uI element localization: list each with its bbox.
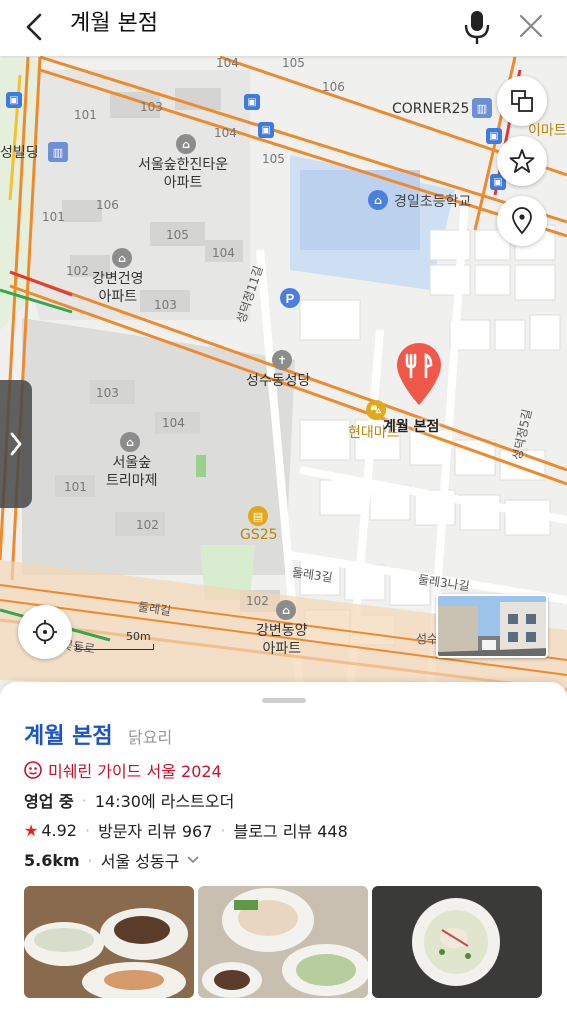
- school-icon: ⌂: [368, 190, 388, 210]
- building-label: 성빌딩: [0, 145, 39, 161]
- building-number: 101: [64, 480, 87, 494]
- food-photo-image: [24, 886, 194, 998]
- building-icon: ▥: [472, 98, 492, 118]
- svg-text:P: P: [286, 291, 295, 306]
- building-number: 105: [166, 228, 189, 242]
- building-number: 104: [216, 56, 239, 70]
- microphone-icon[interactable]: [460, 6, 494, 46]
- building-number: 104: [214, 126, 237, 140]
- gs25-label: GS25: [240, 527, 278, 543]
- visitor-reviews[interactable]: 방문자 리뷰 967: [98, 818, 212, 842]
- place-info-sheet[interactable]: 계월 본점 닭요리 미쉐린 가이드 서울 2024 영업 중 · 14:30에 …: [0, 682, 567, 1024]
- layers-icon: [511, 90, 533, 112]
- star-icon: [509, 149, 535, 173]
- apartment-label-hanjin: 서울숲한진타운 아파트: [138, 157, 229, 191]
- food-photo[interactable]: [24, 886, 194, 998]
- star-icon: ★: [24, 820, 39, 840]
- food-photo-image: [372, 886, 542, 998]
- building-number: 102: [66, 264, 89, 278]
- apartment-label-trimage: 서울숲 트리마제: [106, 455, 158, 489]
- corner25-label: CORNER25: [392, 101, 470, 117]
- chevron-right-icon: [10, 432, 22, 456]
- building-number: 104: [162, 416, 185, 430]
- restaurant-pin-icon[interactable]: [393, 343, 445, 407]
- close-icon[interactable]: [512, 6, 550, 46]
- location-pin-button[interactable]: [497, 196, 547, 246]
- apartment-label-gangbyeon-geonyoung: 강변건영 아파트: [92, 271, 144, 305]
- rating-value: 4.92: [41, 820, 77, 840]
- building-number: 103: [154, 298, 177, 312]
- church-label: 성수동성당: [246, 373, 311, 389]
- apartment-icon: ⌂: [112, 248, 132, 268]
- michelin-icon: [24, 761, 42, 779]
- back-arrow-icon[interactable]: [18, 9, 54, 45]
- side-panel-handle[interactable]: [0, 380, 32, 508]
- place-category: 닭요리: [128, 728, 173, 747]
- hours-row[interactable]: 영업 중 · 14:30에 라스트오더: [24, 788, 234, 812]
- building-number: 101: [42, 210, 65, 224]
- location-pin-icon: [512, 207, 532, 235]
- photo-strip[interactable]: [24, 886, 542, 998]
- building-number: 106: [322, 80, 345, 94]
- sheet-grabber[interactable]: [262, 698, 306, 703]
- convenience-store-icon: ▤: [248, 506, 268, 526]
- favorite-button[interactable]: [497, 136, 547, 186]
- building-number: 101: [74, 108, 97, 122]
- building-number: 105: [262, 152, 285, 166]
- church-icon: ✝: [272, 350, 292, 370]
- building-number: 104: [212, 246, 235, 260]
- last-order: 14:30에 라스트오더: [94, 792, 235, 811]
- separator-dot: ·: [220, 820, 226, 840]
- distance: 5.6km: [24, 850, 80, 870]
- food-photo-image: [198, 886, 368, 998]
- search-query[interactable]: 계월 본점: [70, 9, 158, 39]
- building-icon: ▥: [48, 142, 68, 162]
- michelin-text: 미쉐린 가이드 서울 2024: [48, 762, 222, 781]
- place-name[interactable]: 계월 본점: [24, 718, 113, 750]
- separator-dot: ·: [87, 850, 93, 870]
- map-scale-bar: [76, 644, 154, 650]
- crosshair-icon: [33, 620, 57, 644]
- street-view-image: [438, 596, 546, 656]
- food-photo[interactable]: [198, 886, 368, 998]
- apartment-label-gangbyeon-dongyang: 강변동양 아파트: [256, 623, 308, 657]
- apartment-icon: ⌂: [120, 432, 140, 452]
- apartment-icon: ⌂: [176, 134, 196, 154]
- building-number: 103: [96, 386, 119, 400]
- building-number: 102: [246, 594, 269, 608]
- bus-stop-icon[interactable]: ▣: [244, 94, 260, 110]
- chevron-down-icon[interactable]: [185, 852, 201, 868]
- pin-label: 계월 본점: [383, 419, 440, 435]
- map-scale-label: 50m: [126, 630, 151, 643]
- building-number: 102: [136, 518, 159, 532]
- current-location-button[interactable]: [18, 605, 72, 659]
- road-label: 성수: [416, 632, 439, 646]
- street-view-thumbnail[interactable]: [436, 594, 548, 658]
- open-status: 영업 중: [24, 792, 74, 811]
- bus-stop-icon[interactable]: ▣: [486, 128, 502, 144]
- bus-stop-icon[interactable]: ▣: [258, 122, 274, 138]
- building-number: 105: [282, 56, 305, 70]
- blog-reviews[interactable]: 블로그 리뷰 448: [233, 818, 347, 842]
- bus-stop-icon[interactable]: ▣: [6, 92, 22, 108]
- food-photo[interactable]: [372, 886, 542, 998]
- address-row[interactable]: 5.6km · 서울 성동구: [24, 848, 201, 872]
- building-number: 103: [140, 100, 163, 114]
- michelin-badge: 미쉐린 가이드 서울 2024: [24, 758, 222, 782]
- district: 서울 성동구: [100, 852, 180, 871]
- search-bar: 계월 본점: [0, 0, 567, 56]
- separator-dot: ·: [81, 790, 87, 810]
- separator-dot: ·: [84, 820, 91, 840]
- school-label: 경일초등학교: [394, 194, 472, 210]
- apartment-icon: ⌂: [276, 600, 296, 620]
- layers-button[interactable]: [497, 76, 547, 126]
- map-view[interactable]: P 104 105 106 103 101 104 105 106 101 10…: [0, 56, 567, 696]
- rating-row[interactable]: ★ 4.92 · 방문자 리뷰 967 · 블로그 리뷰 448: [24, 818, 348, 842]
- building-number: 106: [96, 198, 119, 212]
